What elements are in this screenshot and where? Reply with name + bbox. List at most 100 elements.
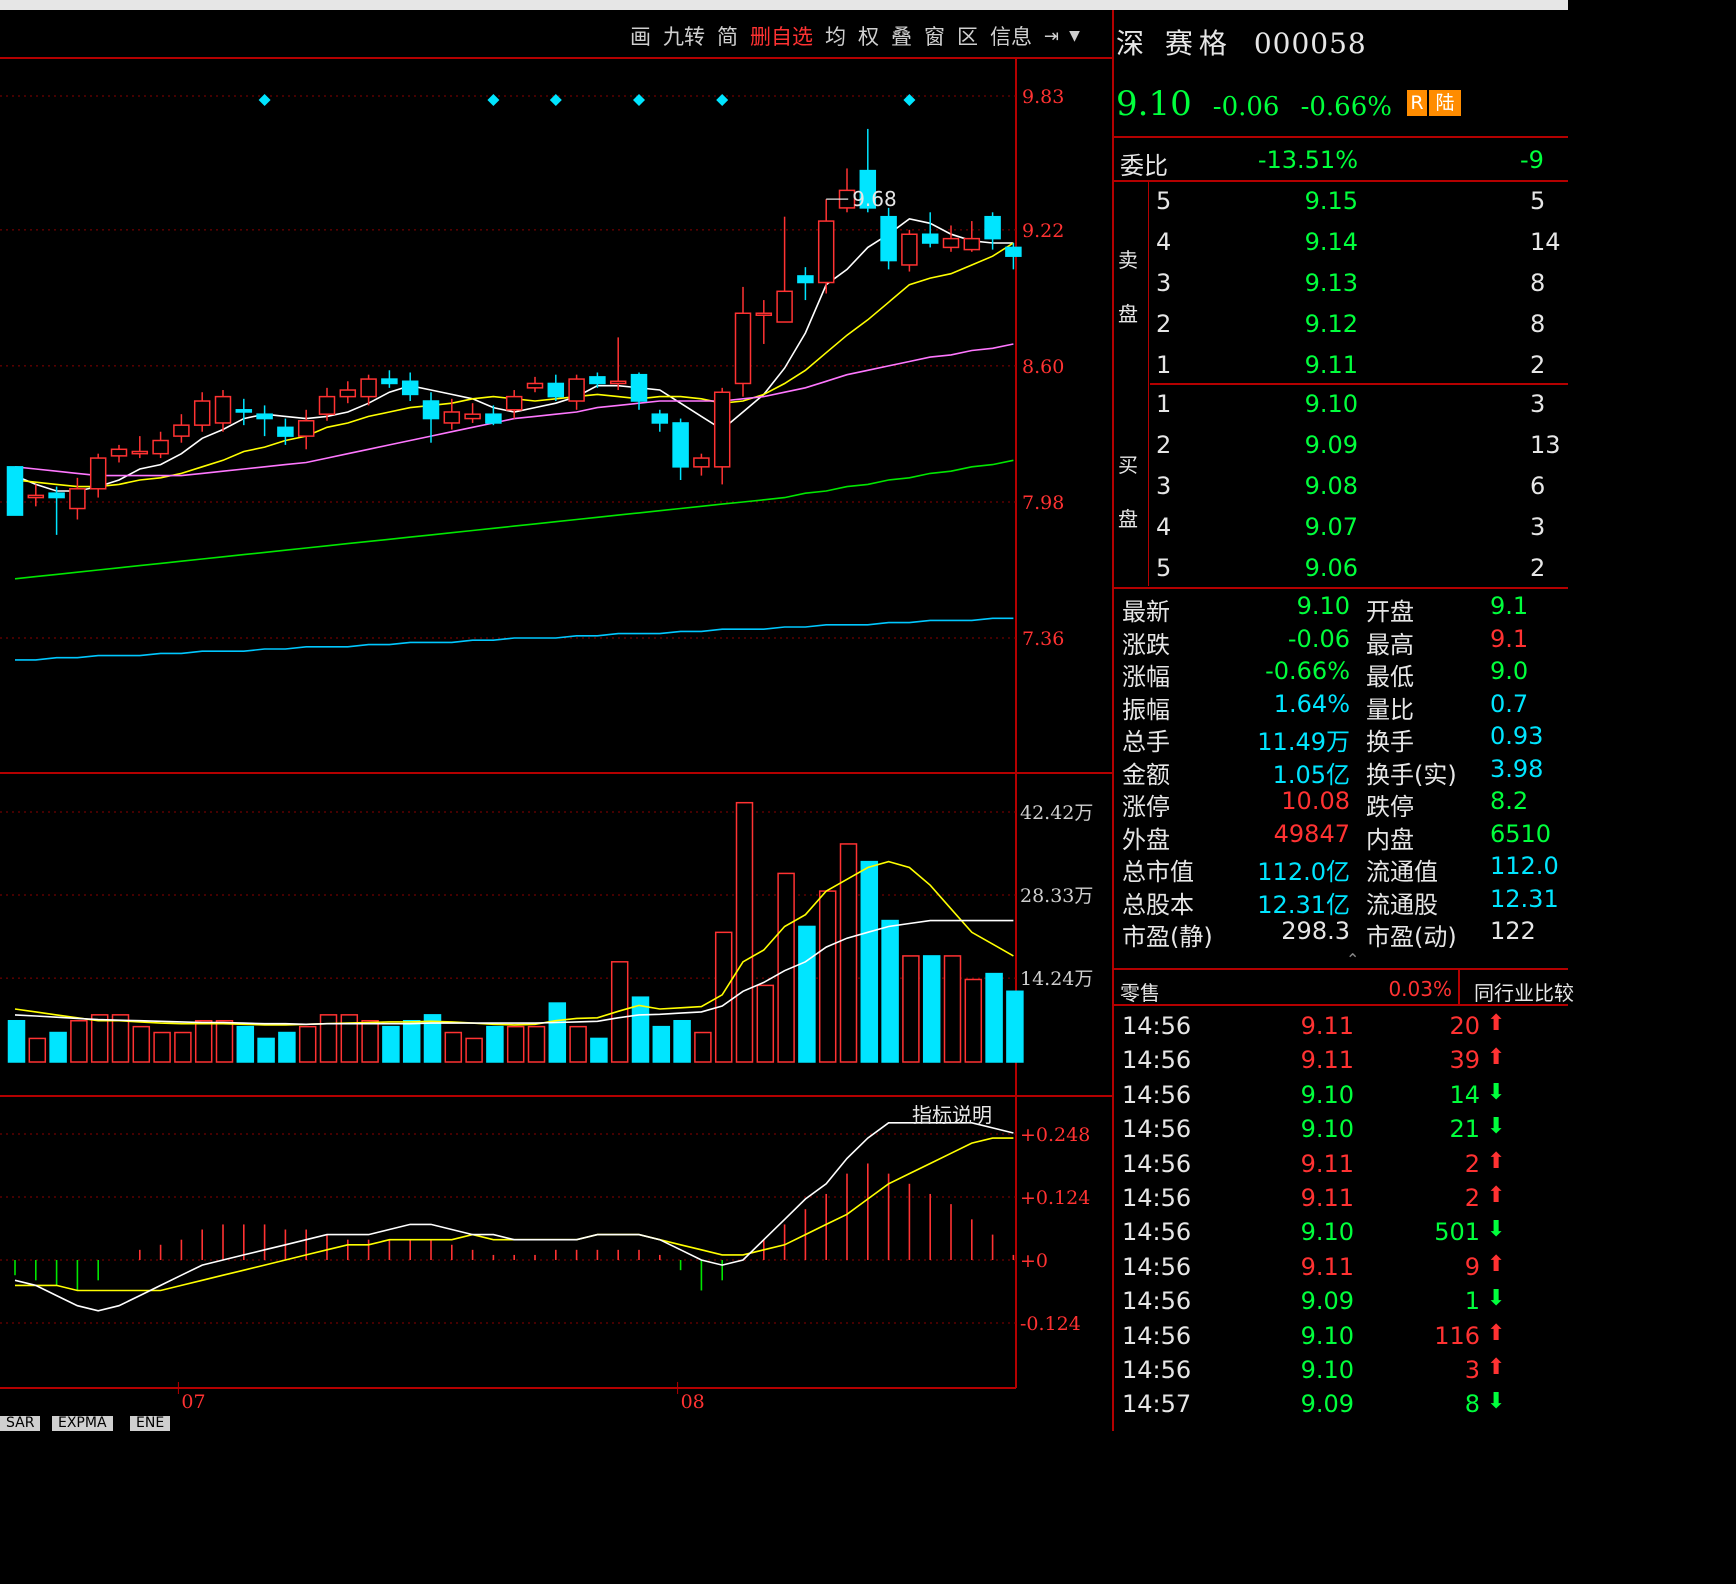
toolbar-nine-turn[interactable]: 九转 [663,21,705,51]
tab-sar[interactable]: SAR [0,1416,41,1431]
candle-body [27,494,45,499]
sell-price: 9.15 [1304,187,1358,215]
tick-time: 14:56 [1122,1184,1192,1212]
volume-bar [1006,990,1024,1063]
arrow-down-icon: ⬇ [1487,1079,1506,1105]
stat-value: 11.49万 [1257,728,1350,756]
goto-end-icon[interactable]: ⇥ [1044,26,1059,47]
candle-body [901,233,918,266]
stat-label: 最低 [1366,663,1414,691]
sector-label: 零售 [1120,981,1160,1005]
sector-divider [1458,970,1460,1004]
arrow-up-icon: ⬆ [1487,1045,1506,1071]
candle-body [443,411,461,424]
toolbar-info[interactable]: 信息 [990,21,1032,51]
toolbar-simple[interactable]: 简 [717,21,738,51]
candle-body [630,373,648,402]
stat-value: 112.0亿 [1257,858,1350,886]
chevron-up-icon[interactable]: ⌃ [1346,950,1359,969]
rzrq-badge[interactable]: R [1407,90,1427,116]
volume-bar [590,1037,608,1063]
candle-body [6,466,24,516]
volume-bar [465,1037,483,1063]
volume-bar [486,1025,504,1063]
compare-button[interactable]: 同行业比较 [1474,977,1574,1006]
arrow-up-icon: ⬆ [1487,1320,1506,1346]
candle-body [942,237,960,249]
volume-bar [964,978,983,1063]
sell-volume: 8 [1530,310,1546,338]
ma-line-ma250 [15,617,1014,661]
tab-expma[interactable]: EXPMA [52,1416,113,1431]
buy-level: 3 [1156,472,1172,500]
toolbar-range[interactable]: 区 [957,21,978,51]
candle-body [755,312,773,316]
x-tick-label: 08 [681,1391,705,1413]
stat-value: 9.10 [1296,592,1350,620]
candle-body [713,391,731,468]
toolbar-window[interactable]: 窗 [924,21,945,51]
dropdown-icon[interactable]: ▼ [1069,28,1080,44]
tick-time: 14:56 [1122,1012,1192,1040]
volume-bar [153,1031,171,1063]
tab-ene[interactable]: ENE [130,1416,171,1431]
tick-price: 9.09 [1300,1287,1354,1316]
candle-body [464,413,481,420]
candle-body [214,395,232,424]
candle-body [297,420,315,437]
volume-tick-label: 42.42万 [1020,802,1093,824]
stat-label: 开盘 [1366,598,1414,626]
stat-value: 6510 [1490,819,1552,848]
kline-chart[interactable]: 9.83 9.22 8.60 7.98 7.36 42.42万 28.33万 14.24万 +0… [0,10,1112,1416]
hk-connect-badge[interactable]: 陆 [1429,90,1461,116]
volume-bar [132,1025,151,1063]
tick-price: 9.10 [1300,1080,1354,1109]
arrow-down-icon: ⬇ [1487,1389,1506,1415]
sell-level: 4 [1156,228,1172,256]
volume-bar [694,1031,712,1063]
toolbar-overlay[interactable]: 叠 [891,21,912,51]
candle-body [880,215,897,262]
toolbar-draw[interactable]: 画 [630,21,651,51]
candle-body [651,413,669,424]
volume-bar [174,1031,192,1063]
stat-value: 9.0 [1490,657,1529,685]
stat-value: 12.31亿 [1257,890,1350,919]
stat-label: 流通值 [1366,858,1438,886]
stat-value: 1.05亿 [1272,760,1350,789]
stat-label: 换手(实) [1366,760,1457,789]
tick-time: 14:56 [1122,1046,1192,1075]
tick-volume: 20 [1449,1012,1480,1040]
volume-bar [548,1002,567,1063]
divider-stats [1114,968,1568,970]
volume-bar [735,801,754,1063]
volume-bar [818,890,837,1063]
stat-label: 涨幅 [1122,663,1170,691]
indicator-help-label[interactable]: 指标说明 [912,1103,992,1127]
volume-bar [985,972,1003,1063]
stat-value: 49847 [1273,819,1350,848]
macd-tick-label: +0.124 [1020,1187,1090,1209]
candle-body [547,382,565,398]
volume-bar [673,1019,691,1063]
tick-time: 14:56 [1122,1356,1192,1384]
price-tick-label: 8.60 [1022,356,1064,378]
arrow-up-icon: ⬆ [1487,1148,1506,1174]
sell-price: 9.14 [1304,228,1358,256]
candle-body [693,457,710,468]
stat-value: -0.06 [1287,624,1350,653]
stat-label: 外盘 [1122,825,1170,854]
toolbar-rights[interactable]: 权 [858,21,879,51]
buy-level: 2 [1156,431,1172,459]
macd-tick-label: -0.124 [1020,1313,1081,1335]
sector-value: 0.03% [1388,977,1452,1001]
candle-body [963,237,981,251]
last-price: 9.10 [1116,84,1192,124]
buy-side-label-2: 盘 [1118,507,1138,531]
toolbar-remove-watchlist[interactable]: 删自选 [750,21,813,51]
volume-bar [215,1019,234,1063]
volume-bar [90,1014,109,1063]
toolbar-average[interactable]: 均 [825,21,846,51]
price-tick-label: 9.22 [1022,220,1064,242]
buy-price: 9.10 [1304,390,1358,418]
